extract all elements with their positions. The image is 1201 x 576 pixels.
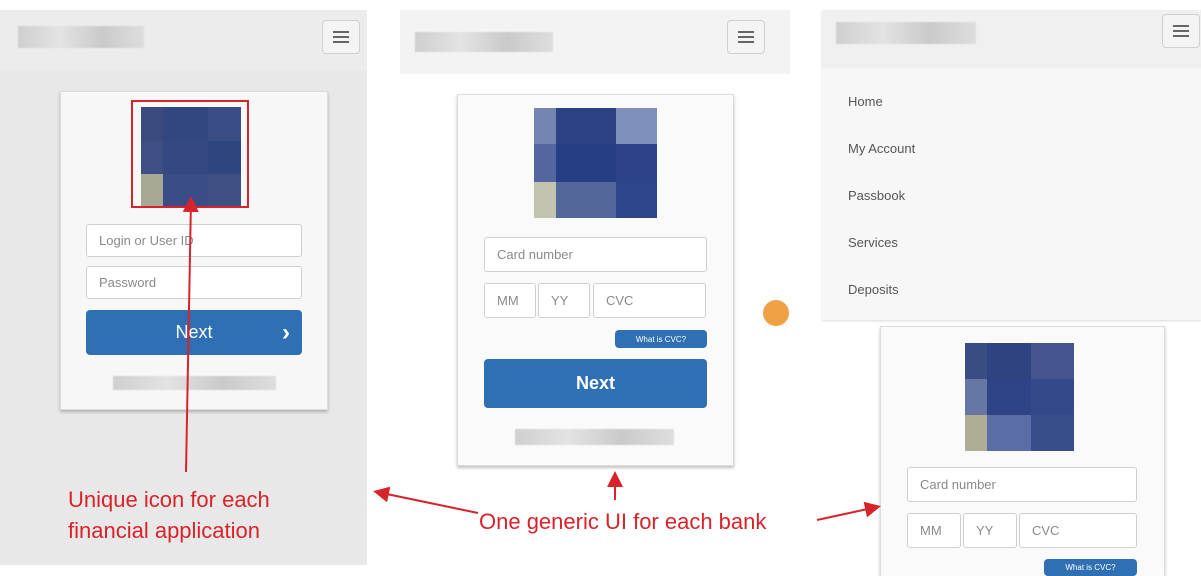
arrow-to-panel4 bbox=[816, 501, 881, 521]
ui-caption: One generic UI for each bank bbox=[479, 509, 767, 534]
icon-caption-line2: financial application bbox=[68, 518, 261, 543]
icon-caption: Unique icon for each financial applicati… bbox=[68, 484, 270, 546]
icon-caption-line1: Unique icon for each bbox=[68, 487, 270, 512]
arrow-to-icon bbox=[182, 196, 199, 473]
arrow-to-panel1 bbox=[373, 486, 479, 514]
